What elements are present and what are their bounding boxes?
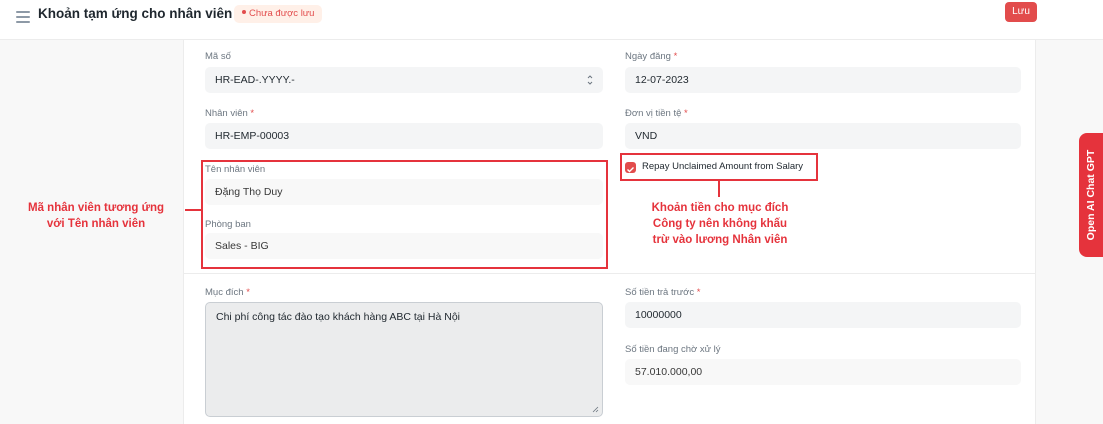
highlight-box-employee (201, 160, 608, 269)
save-button[interactable]: Lưu (1005, 2, 1037, 22)
annotation-left-line: Mã nhân viên tương ứng (28, 202, 164, 214)
annotation-left: Mã nhân viên tương ứng với Tên nhân viên (8, 200, 184, 232)
ma-so-value: HR-EAD-.YYYY.- (215, 74, 295, 86)
status-text: Chưa được lưu (249, 8, 315, 19)
annotation-left-line: với Tên nhân viên (46, 218, 146, 230)
so-tien-tra-truoc-label: Số tiền trả trước * (625, 287, 701, 298)
highlight-box-repay (620, 153, 818, 181)
annotation-right-line: Công ty nên không khấu (652, 218, 788, 230)
muc-dich-label: Mục đích * (205, 287, 250, 298)
status-badge: Chưa được lưu (234, 5, 323, 23)
nhan-vien-input[interactable]: HR-EMP-00003 (205, 123, 603, 149)
select-arrows-icon (587, 75, 593, 85)
muc-dich-value: Chi phí công tác đào tạo khách hàng ABC … (216, 311, 460, 323)
section-divider (183, 273, 1036, 274)
status-dot-icon (242, 10, 246, 15)
resize-handle-icon[interactable] (592, 406, 599, 413)
so-tien-dang-cho-value: 57.010.000,00 (625, 359, 1021, 385)
ngay-dang-label: Ngày đăng * (625, 51, 678, 62)
ma-so-select[interactable]: HR-EAD-.YYYY.- (205, 67, 603, 93)
ma-so-label: Mã số (205, 51, 231, 62)
nhan-vien-label: Nhân viên * (205, 108, 255, 119)
open-ai-chat-tab[interactable]: Open AI Chat GPT (1079, 133, 1103, 257)
page-title: Khoản tạm ứng cho nhân viên mới (38, 6, 262, 21)
ngay-dang-input[interactable]: 12-07-2023 (625, 67, 1021, 93)
hamburger-menu-icon[interactable] (16, 11, 30, 23)
annotation-connector-left (185, 209, 202, 211)
annotation-right: Khoản tiền cho mục đích Công ty nên khôn… (622, 200, 818, 248)
muc-dich-textarea[interactable]: Chi phí công tác đào tạo khách hàng ABC … (205, 302, 603, 417)
so-tien-tra-truoc-input[interactable]: 10000000 (625, 302, 1021, 328)
top-bar: Khoản tạm ứng cho nhân viên mới Chưa đượ… (0, 0, 1103, 40)
don-vi-tien-te-label: Đơn vị tiền tệ * (625, 108, 688, 119)
open-ai-chat-tab-label: Open AI Chat GPT (1085, 149, 1097, 241)
don-vi-tien-te-input[interactable]: VND (625, 123, 1021, 149)
annotation-right-line: trừ vào lương Nhân viên (652, 234, 788, 246)
so-tien-dang-cho-label: Số tiền đang chờ xử lý (625, 344, 721, 355)
annotation-connector-right (718, 181, 720, 197)
annotation-right-line: Khoản tiền cho mục đích (651, 202, 789, 214)
